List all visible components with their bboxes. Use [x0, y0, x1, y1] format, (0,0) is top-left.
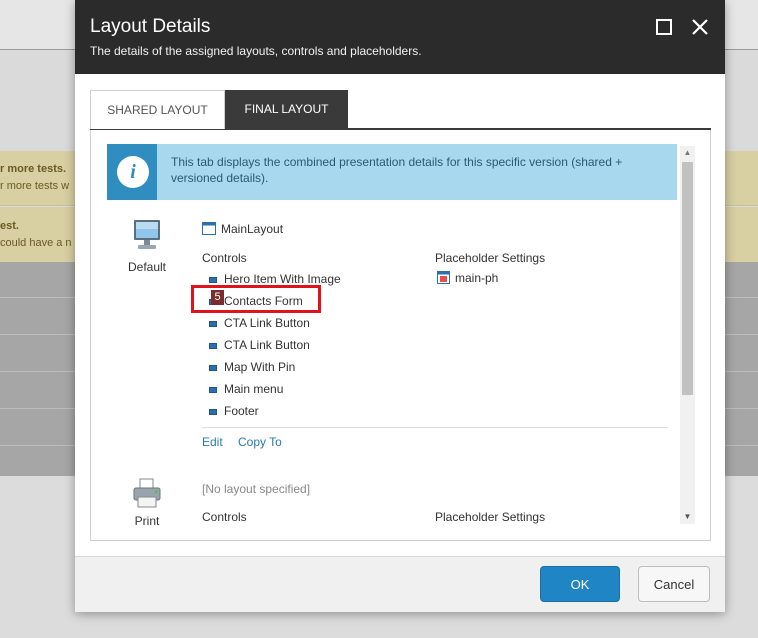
- controls-heading: Controls: [202, 251, 247, 265]
- edit-link[interactable]: Edit: [202, 435, 223, 449]
- device-label: Default: [127, 260, 167, 274]
- info-icon: i: [117, 156, 149, 188]
- control-item[interactable]: Footer: [224, 404, 259, 418]
- device-label: Print: [134, 514, 160, 528]
- device-default: Default: [117, 218, 177, 274]
- control-icon: [209, 343, 217, 349]
- layout-name: MainLayout: [221, 222, 284, 236]
- info-text: This tab displays the combined presentat…: [171, 155, 623, 185]
- control-icon: [209, 387, 217, 393]
- maximize-icon[interactable]: [654, 17, 674, 37]
- copy-to-link[interactable]: Copy To: [238, 435, 282, 449]
- control-item[interactable]: CTA Link Button: [224, 338, 310, 352]
- scrollbar-thumb[interactable]: [682, 162, 693, 395]
- control-icon: [209, 365, 217, 371]
- control-item[interactable]: Hero Item With Image: [224, 272, 341, 286]
- dialog-subtitle: The details of the assigned layouts, con…: [90, 44, 422, 58]
- printer-icon: [133, 478, 161, 508]
- scroll-down-arrow-icon[interactable]: ▼: [680, 510, 695, 524]
- ok-button[interactable]: OK: [540, 566, 620, 602]
- annotation-badge: 5: [211, 290, 224, 305]
- close-icon[interactable]: [690, 17, 710, 37]
- device-print: Print: [117, 477, 177, 528]
- control-item[interactable]: Map With Pin: [224, 360, 295, 374]
- control-item[interactable]: CTA Link Button: [224, 316, 310, 330]
- background-warning-line: r more tests w: [0, 180, 70, 192]
- separator: [202, 427, 668, 428]
- tab-shared-layout[interactable]: SHARED LAYOUT: [90, 90, 225, 129]
- layout-details-dialog: Layout Details The details of the assign…: [75, 0, 725, 612]
- control-item[interactable]: Main menu: [224, 382, 283, 396]
- placeholder-main-ph[interactable]: main-ph: [455, 271, 498, 285]
- background-warning-line: est.: [0, 220, 19, 232]
- controls-heading: Controls: [202, 510, 247, 524]
- background-warning-line: r more tests.: [0, 163, 67, 175]
- control-icon: [209, 277, 217, 283]
- tab-final-layout[interactable]: FINAL LAYOUT: [225, 90, 348, 129]
- dialog-footer: OK Cancel: [75, 556, 725, 612]
- tab-content-panel: i This tab displays the combined present…: [90, 130, 711, 541]
- dialog-title: Layout Details: [90, 16, 211, 37]
- placeholder-icon: [437, 271, 450, 284]
- info-icon-box: i: [107, 144, 157, 200]
- scroll-up-arrow-icon[interactable]: ▲: [680, 146, 695, 160]
- control-icon: [209, 409, 217, 415]
- placeholder-settings-heading: Placeholder Settings: [435, 251, 546, 265]
- monitor-icon: [134, 220, 160, 249]
- dialog-header: Layout Details The details of the assign…: [75, 0, 725, 74]
- layout-name: [No layout specified]: [202, 482, 311, 496]
- cancel-button[interactable]: Cancel: [638, 566, 710, 602]
- placeholder-settings-heading: Placeholder Settings: [435, 510, 546, 524]
- content-scrollbar[interactable]: ▲ ▼: [680, 146, 695, 524]
- background-warning-line: could have a n: [0, 237, 72, 249]
- layout-tabs: SHARED LAYOUT FINAL LAYOUT: [90, 90, 711, 130]
- info-message: i This tab displays the combined present…: [107, 144, 677, 200]
- layout-icon: [202, 222, 216, 235]
- control-icon: [209, 321, 217, 327]
